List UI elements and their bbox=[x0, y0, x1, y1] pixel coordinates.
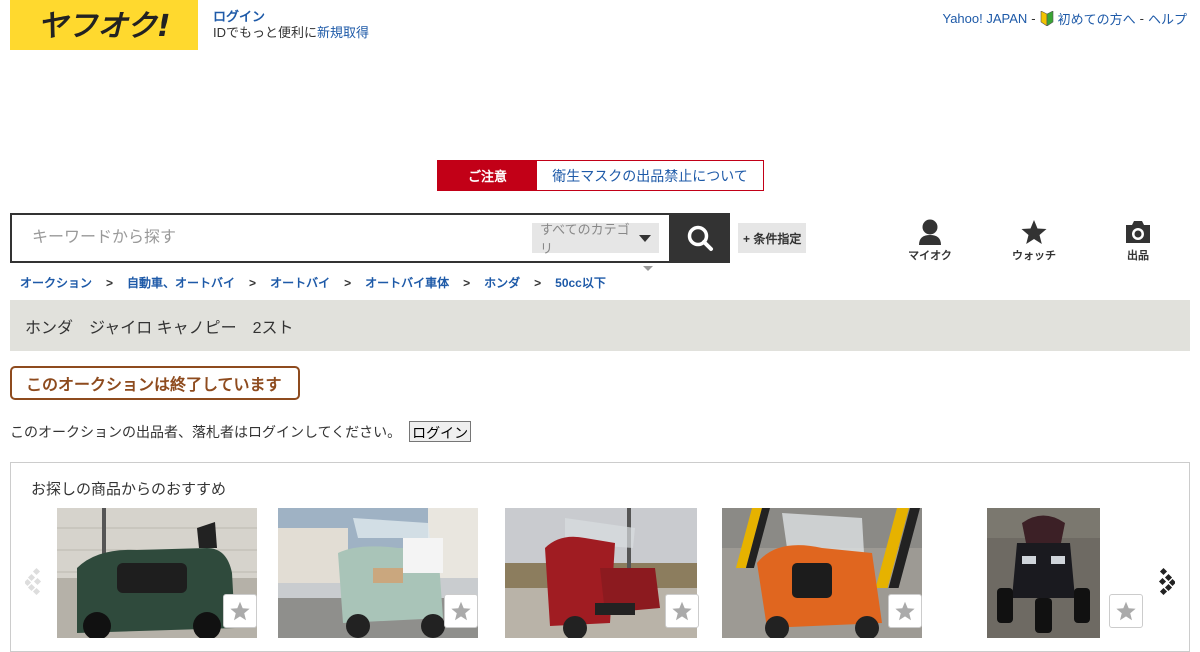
recommend-item[interactable] bbox=[278, 508, 478, 643]
star-icon bbox=[1021, 220, 1047, 244]
breadcrumb-item[interactable]: オートバイ車体 bbox=[365, 274, 449, 291]
chevron-down-icon bbox=[639, 234, 651, 242]
search-button[interactable] bbox=[669, 213, 730, 263]
category-select-value: すべてのカテゴリ bbox=[540, 222, 630, 256]
person-icon bbox=[919, 219, 941, 245]
camera-icon bbox=[1126, 221, 1150, 243]
top-nav: Yahoo! JAPAN - 初めての方へ - ヘルプ bbox=[942, 9, 1187, 28]
auction-ended-notice: このオークションは終了しています bbox=[10, 366, 300, 400]
login-link[interactable]: ログイン bbox=[213, 9, 369, 25]
notice-tag: ご注意 bbox=[438, 161, 537, 190]
register-link[interactable]: 新規取得 bbox=[317, 25, 369, 40]
login-message-text: このオークションの出品者、落札者はログインしてください。 bbox=[10, 423, 402, 440]
notice-link[interactable]: 衛生マスクの出品禁止について bbox=[537, 161, 763, 190]
breadcrumb-item[interactable]: 自動車、オートバイ bbox=[127, 274, 235, 291]
breadcrumb-item[interactable]: ホンダ bbox=[484, 274, 520, 291]
watch-button[interactable] bbox=[1109, 594, 1143, 628]
item-photo bbox=[987, 508, 1100, 638]
myauction-label: マイオク bbox=[908, 250, 952, 262]
breadcrumb-item[interactable]: 50cc以下 bbox=[555, 274, 606, 291]
sell-nav[interactable]: 出品 bbox=[1108, 219, 1168, 263]
recommend-item[interactable] bbox=[722, 508, 922, 643]
conditions-button[interactable]: + 条件指定 bbox=[738, 223, 807, 253]
category-dropdown-indicator-icon bbox=[643, 266, 653, 271]
login-box: ログイン IDでもっと便利に新規取得 bbox=[213, 9, 369, 41]
breadcrumb-item[interactable]: オークション bbox=[20, 274, 92, 291]
yahuoku-logo-mark: ヤフオク! bbox=[37, 9, 170, 44]
search-input[interactable] bbox=[12, 215, 532, 261]
login-message: このオークションの出品者、落札者はログインしてください。 ログイン bbox=[10, 421, 472, 442]
nav-separator: - bbox=[1031, 11, 1036, 26]
breadcrumb: オークション > 自動車、オートバイ > オートバイ > オートバイ車体 > ホ… bbox=[20, 274, 606, 291]
recommend-carousel: お探しの商品からのおすすめ bbox=[10, 462, 1190, 652]
beginner-mark-icon bbox=[1040, 10, 1054, 27]
watch-button[interactable] bbox=[888, 594, 922, 628]
recommend-item[interactable] bbox=[57, 508, 257, 643]
breadcrumb-separator: > bbox=[463, 275, 471, 290]
star-icon bbox=[672, 601, 692, 621]
notice-banner: ご注意 衛生マスクの出品禁止について bbox=[437, 160, 764, 191]
star-icon bbox=[1116, 601, 1136, 621]
recommend-title: お探しの商品からのおすすめ bbox=[31, 481, 227, 498]
help-link[interactable]: ヘルプ bbox=[1148, 9, 1187, 28]
category-select[interactable]: すべてのカテゴリ bbox=[532, 222, 659, 256]
watch-button[interactable] bbox=[223, 594, 257, 628]
myauction-nav[interactable]: マイオク bbox=[900, 219, 960, 263]
star-icon bbox=[230, 601, 250, 621]
carousel-prev-icon[interactable] bbox=[23, 567, 45, 600]
watch-nav[interactable]: ウォッチ bbox=[1004, 219, 1064, 263]
svg-text:ヤフオク!: ヤフオク! bbox=[37, 9, 170, 44]
breadcrumb-separator: > bbox=[534, 275, 542, 290]
yahoo-japan-link[interactable]: Yahoo! JAPAN bbox=[942, 11, 1027, 26]
sell-label: 出品 bbox=[1127, 250, 1149, 262]
breadcrumb-separator: > bbox=[249, 275, 257, 290]
breadcrumb-item[interactable]: オートバイ bbox=[270, 274, 330, 291]
login-sub-prefix: IDでもっと便利に bbox=[213, 25, 318, 40]
watch-button[interactable] bbox=[444, 594, 478, 628]
beginners-link[interactable]: 初めての方へ bbox=[1058, 9, 1136, 28]
watch-button[interactable] bbox=[665, 594, 699, 628]
search-bar: すべてのカテゴリ bbox=[10, 213, 730, 263]
breadcrumb-separator: > bbox=[344, 275, 352, 290]
yahuoku-logo[interactable]: ヤフオク! bbox=[10, 0, 198, 50]
search-icon bbox=[687, 225, 713, 251]
item-title-band: ホンダ ジャイロ キャノピー 2スト bbox=[10, 300, 1190, 351]
watch-label: ウォッチ bbox=[1012, 250, 1056, 262]
recommend-item[interactable] bbox=[987, 508, 1143, 643]
login-sub-text: IDでもっと便利に新規取得 bbox=[213, 25, 369, 40]
login-button[interactable]: ログイン bbox=[409, 421, 472, 442]
star-icon bbox=[451, 601, 471, 621]
star-icon bbox=[895, 601, 915, 621]
recommend-item[interactable] bbox=[505, 508, 699, 643]
nav-separator: - bbox=[1139, 11, 1144, 26]
carousel-next-icon[interactable] bbox=[1155, 567, 1177, 600]
item-title: ホンダ ジャイロ キャノピー 2スト bbox=[25, 319, 294, 337]
breadcrumb-separator: > bbox=[106, 275, 114, 290]
